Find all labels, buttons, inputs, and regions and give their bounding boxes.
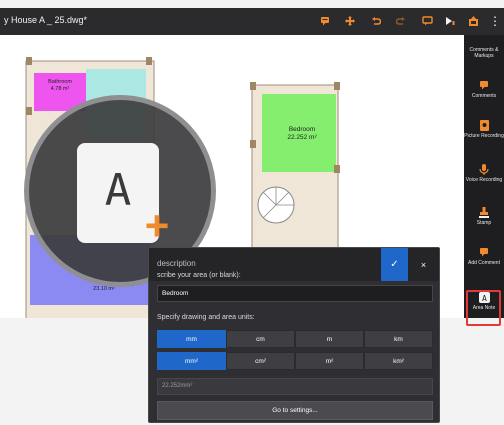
bedroom-name: Bedroom (288, 126, 316, 133)
message-icon[interactable] (417, 11, 437, 31)
more-icon[interactable]: ⋮ (488, 11, 502, 31)
confirm-button[interactable]: ✓ (381, 248, 408, 281)
describe-area-label: scribe your area (or blank): (157, 272, 241, 279)
export-icon[interactable] (463, 11, 483, 31)
app-screen: y House A _ 25.dwg* ⋮ Bathroom 4.78 m² B… (0, 0, 504, 425)
terrace-area: 23.10 m² (93, 286, 115, 292)
fab-letter: A (104, 164, 132, 216)
voice-icon (478, 163, 490, 175)
area-description-dialog: description ✓ × scribe your area (or bla… (148, 247, 440, 423)
unit-button-m[interactable]: m (295, 330, 364, 348)
plus-icon: + (144, 202, 170, 249)
unit-button-km[interactable]: km (364, 330, 433, 348)
dialog-title: description (157, 259, 196, 268)
bedroom-label: Bedroom 22.252 m² (272, 126, 332, 142)
redo-icon[interactable] (391, 11, 411, 31)
bathroom-label: Bathroom 4.78 m² (36, 79, 84, 93)
area-note-highlight (466, 290, 501, 326)
area-unit-button-cm2[interactable]: cm² (226, 352, 295, 370)
add-comment-icon (478, 246, 490, 258)
close-button[interactable]: × (408, 248, 439, 281)
comments-icon (478, 79, 490, 91)
move-icon[interactable] (340, 11, 360, 31)
units-label: Specify drawing and area units: (157, 314, 255, 321)
comment-icon[interactable] (315, 11, 335, 31)
area-value-field: 22.252mm² (157, 378, 433, 395)
area-unit-button-km2[interactable]: km² (364, 352, 433, 370)
sidebar-item-voice-recording[interactable]: Voice Recording (464, 159, 504, 199)
bathroom-name: Bathroom (48, 79, 72, 85)
picture-icon (478, 119, 490, 131)
unit-button-cm[interactable]: cm (226, 330, 295, 348)
sidebar-item-label: Comments & Markups (469, 47, 499, 59)
unit-button-mm[interactable]: mm (157, 330, 226, 348)
sidebar-item-add-comment[interactable]: Add Comment (464, 242, 504, 282)
right-sidebar: Comments & Markups Comments Picture Reco… (464, 35, 504, 318)
sidebar-item-label: Voice Recording (465, 177, 503, 183)
go-to-settings-button[interactable]: Go to settings... (157, 401, 433, 420)
area-unit-button-m2[interactable]: m² (295, 352, 364, 370)
description-input[interactable]: Bedroom (157, 285, 433, 302)
sidebar-item-label: Comments (471, 93, 497, 99)
bedroom-area: 22.252 m² (287, 134, 317, 141)
play-icon[interactable] (440, 11, 460, 31)
document-title: y House A _ 25.dwg* (4, 15, 88, 25)
sidebar-item-label: Add Comment (468, 260, 500, 266)
sidebar-item-stamp[interactable]: Stamp (464, 202, 504, 242)
sidebar-item-label: Stamp (476, 220, 492, 226)
bathroom-area: 4.78 m² (50, 86, 70, 92)
sidebar-item-comments[interactable]: Comments (464, 75, 504, 115)
sidebar-item-label: Picture Recording (464, 133, 504, 139)
title-bar: y House A _ 25.dwg* ⋮ (0, 8, 504, 35)
stamp-icon (478, 206, 490, 218)
undo-icon[interactable] (366, 11, 386, 31)
sidebar-item-picture-recording[interactable]: Picture Recording (464, 115, 504, 155)
area-unit-button-mm2[interactable]: mm² (157, 352, 226, 370)
